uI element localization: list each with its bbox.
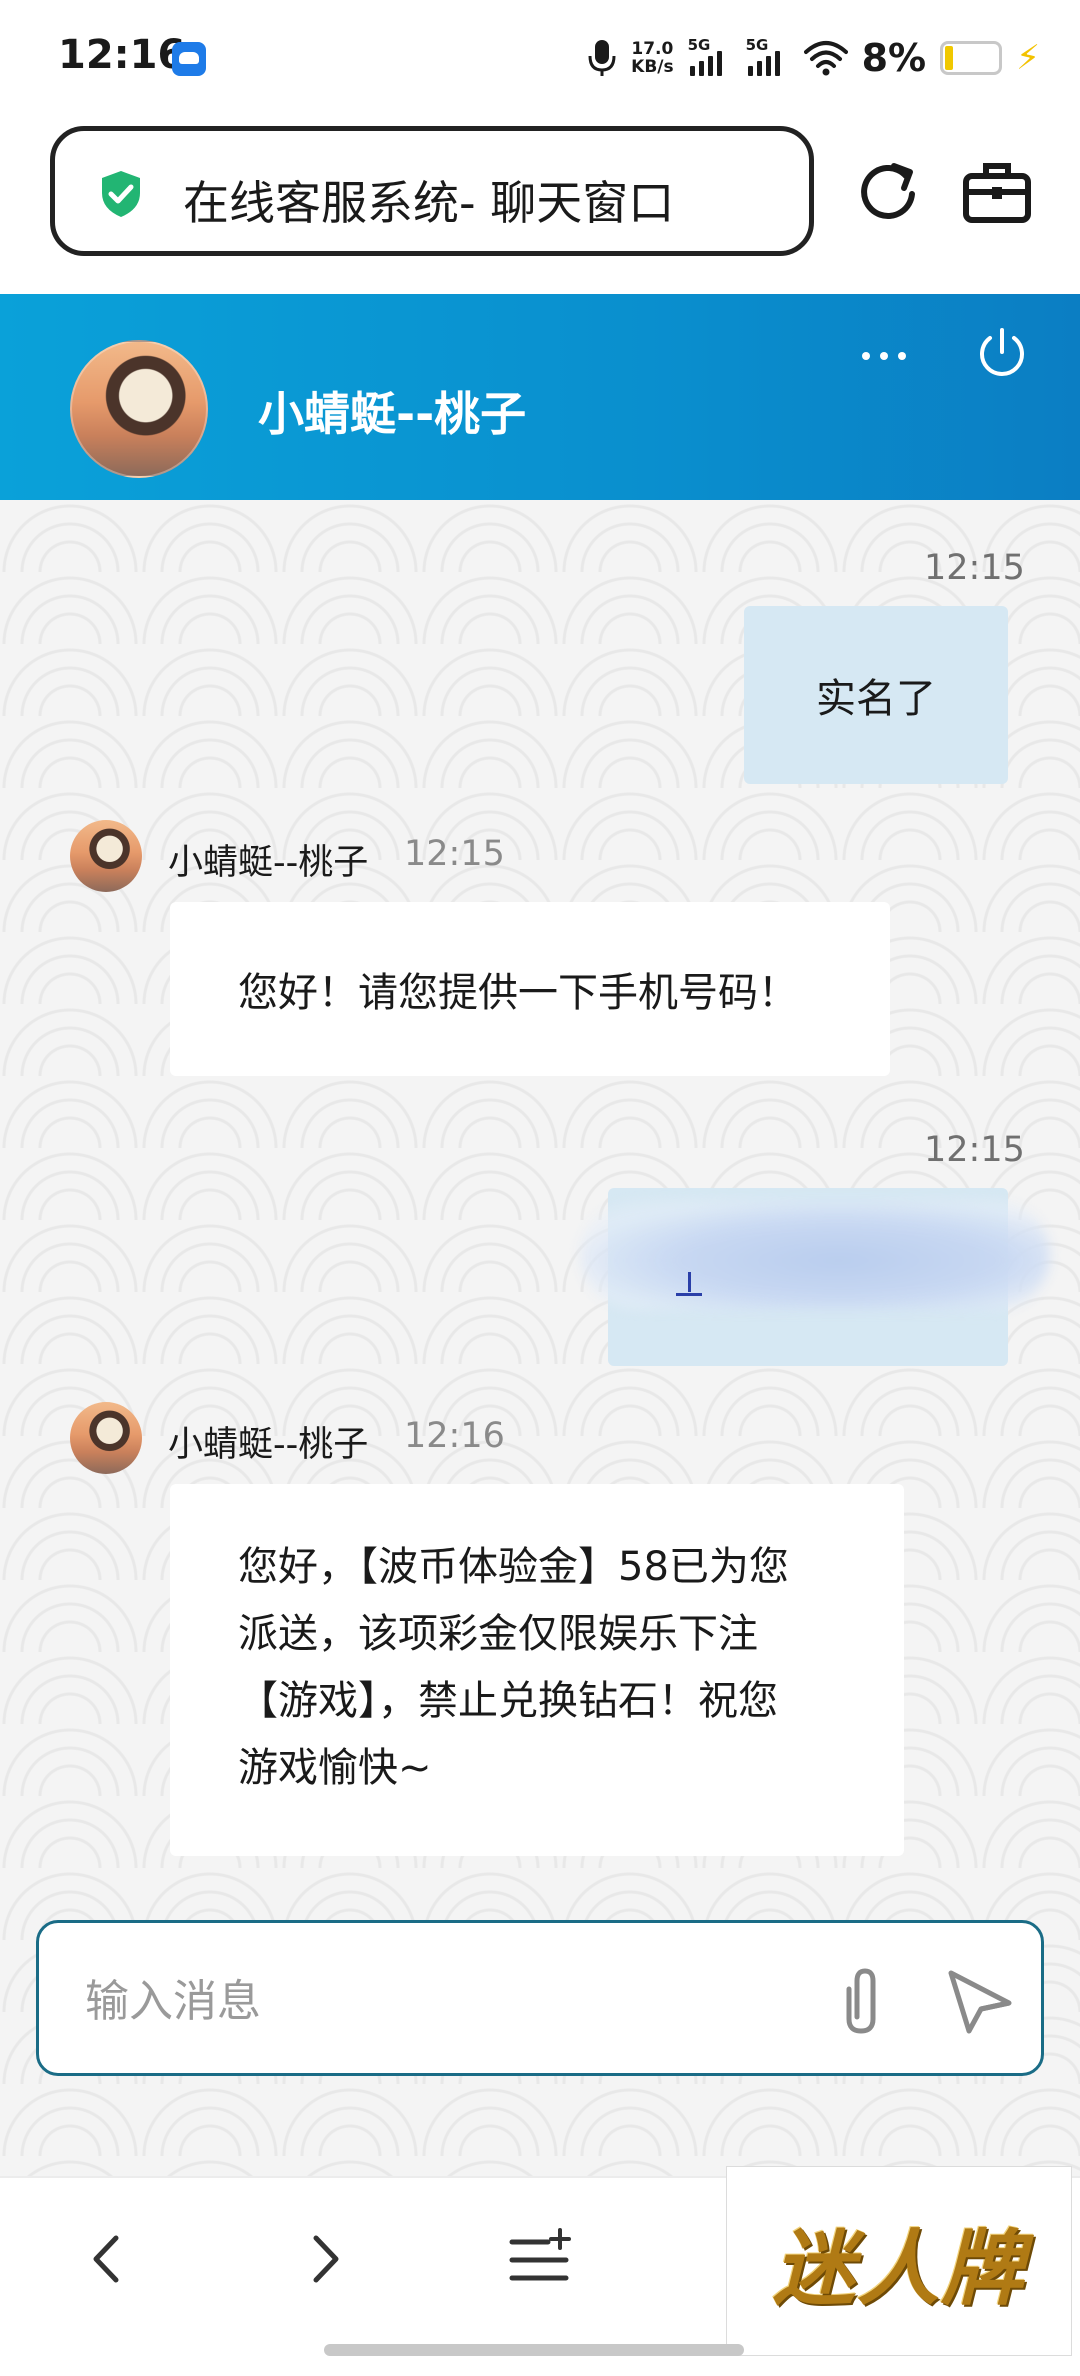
agent-avatar <box>70 340 208 478</box>
signal-icon: 5G <box>688 36 732 78</box>
message-text: 您好！请您提供一下手机号码！ <box>238 970 798 1016</box>
message-time: 12:15 <box>924 548 1025 588</box>
message-time: 12:15 <box>404 834 505 874</box>
battery-percent: 8% <box>861 36 927 80</box>
message-composer <box>36 1920 1044 2076</box>
outgoing-message-bubble: 实名了 <box>744 606 1008 784</box>
menu-icon[interactable] <box>504 2224 574 2294</box>
message-time: 12:15 <box>924 1130 1025 1170</box>
sender-name: 小蜻蜓--桃子 <box>168 1425 369 1465</box>
microphone-icon <box>588 40 616 76</box>
refresh-icon[interactable] <box>854 158 922 226</box>
message-text: 实名了 <box>816 676 936 722</box>
back-icon[interactable] <box>72 2224 142 2294</box>
incoming-message-bubble: 您好，【波币体验金】58已为您 派送，该项彩金仅限娱乐下注 【游戏】，禁止兑换钻… <box>170 1484 904 1856</box>
message-time: 12:16 <box>404 1416 505 1456</box>
forward-icon[interactable] <box>290 2224 360 2294</box>
shield-check-icon <box>102 171 140 217</box>
incoming-message-bubble: 您好！请您提供一下手机号码！ <box>170 902 890 1076</box>
network-speed-unit: KB/s <box>631 57 674 77</box>
status-bar: 12:16 17.0 KB/s 5G 5G 8% ⚡ <box>0 0 1080 116</box>
sender-name: 小蜻蜓--桃子 <box>168 843 369 883</box>
more-icon[interactable] <box>852 338 916 374</box>
wifi-icon <box>803 41 848 76</box>
agent-avatar <box>70 820 142 892</box>
message-input[interactable] <box>85 1971 785 2031</box>
signal-icon: 5G <box>746 36 790 78</box>
status-time: 12:16 <box>58 32 186 78</box>
message-text-line: 您好，【波币体验金】58已为您 <box>238 1544 789 1590</box>
url-bar[interactable]: 在线客服系统- 聊天窗口 <box>50 126 814 256</box>
logo-text: 迷人牌 <box>773 2220 1025 2317</box>
battery-icon <box>940 41 1003 75</box>
agent-avatar <box>70 1402 142 1474</box>
agent-name: 小蜻蜓--桃子 <box>258 387 527 441</box>
message-text-line: 派送，该项彩金仅限娱乐下注 <box>238 1611 758 1657</box>
network-speed-value: 17.0 <box>631 39 674 59</box>
message-text-line: 游戏愉快~ <box>238 1745 432 1791</box>
charging-bolt-icon: ⚡ <box>1016 38 1040 78</box>
brand-logo: 迷人牌 <box>726 2166 1072 2356</box>
home-indicator[interactable] <box>324 2344 744 2356</box>
toolbox-icon[interactable] <box>962 160 1032 226</box>
status-indicators: 17.0 KB/s 5G 5G 8% ⚡ <box>587 32 1040 84</box>
redacted-link <box>676 1270 702 1296</box>
network-speed: 17.0 KB/s <box>631 40 673 76</box>
paperclip-icon[interactable] <box>829 1959 893 2039</box>
send-icon[interactable] <box>945 1967 1015 2037</box>
redacted-content <box>580 1200 1050 1310</box>
message-text-line: 【游戏】，禁止兑换钻石！祝您 <box>238 1678 778 1724</box>
app-notification-icon <box>172 42 206 76</box>
page-title: 在线客服系统- 聊天窗口 <box>183 176 675 230</box>
chat-header: 小蜻蜓--桃子 <box>0 294 1080 500</box>
power-icon[interactable] <box>974 324 1030 380</box>
